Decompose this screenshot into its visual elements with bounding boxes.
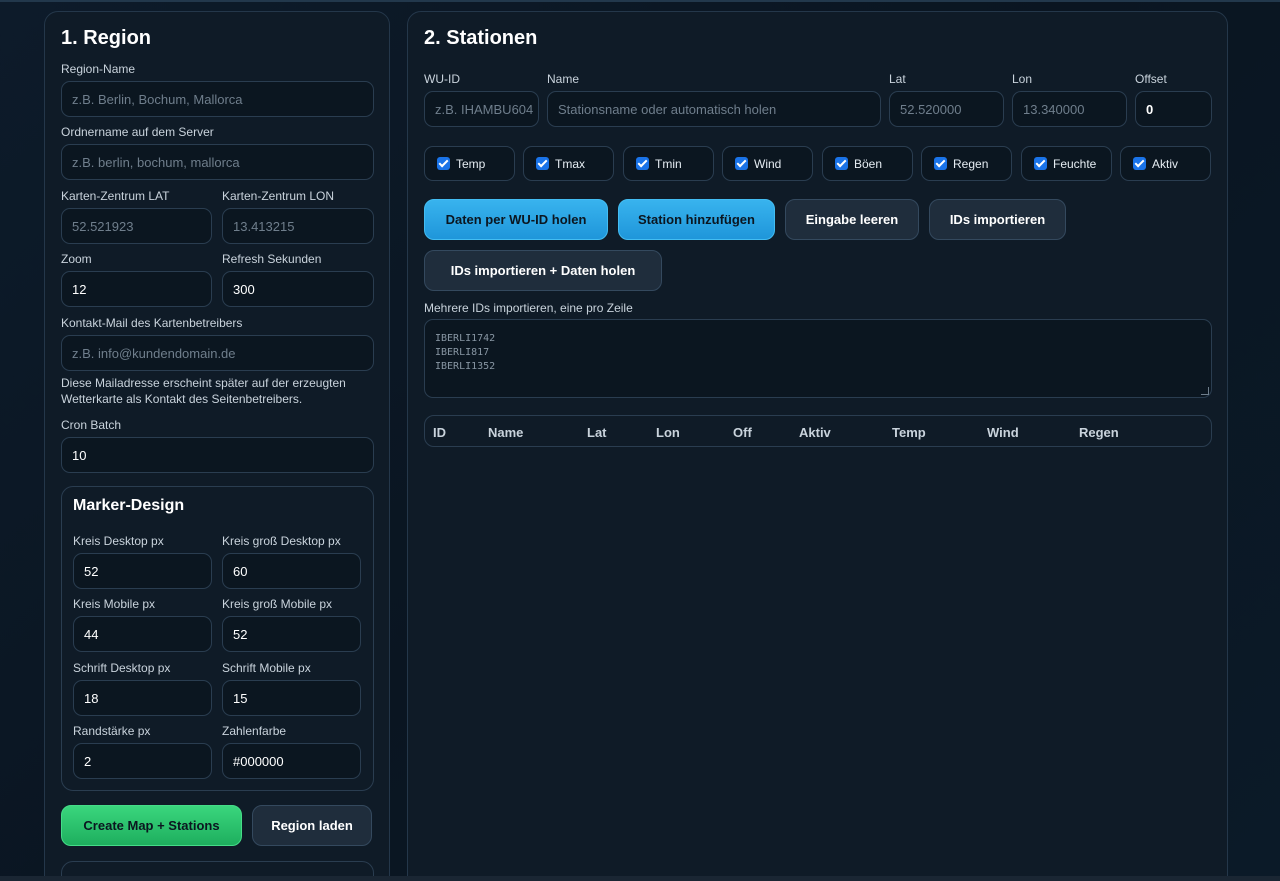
cron-batch-label: Cron Batch	[61, 418, 122, 432]
create-map-button[interactable]: Create Map + Stations	[61, 805, 242, 846]
circle-desktop-label: Kreis Desktop px	[73, 534, 164, 548]
column-header-name[interactable]: Name	[488, 425, 523, 440]
checkbox-gusts[interactable]: Böen	[822, 146, 913, 181]
column-header-active[interactable]: Aktiv	[799, 425, 831, 440]
top-border	[0, 0, 1280, 2]
refresh-input[interactable]: 300	[222, 271, 374, 307]
checkbox-checked-icon	[1034, 157, 1047, 170]
contact-mail-hint: Diese Mailadresse erscheint später auf d…	[61, 376, 346, 406]
checkbox-checked-icon	[735, 157, 748, 170]
station-name-label: Name	[547, 72, 580, 86]
circle-mobile-label: Kreis Mobile px	[73, 597, 156, 611]
resize-handle-icon[interactable]	[1201, 387, 1209, 395]
center-lat-input[interactable]: 52.521923	[61, 208, 212, 244]
checkbox-tmin[interactable]: Tmin	[623, 146, 714, 181]
zoom-label: Zoom	[61, 252, 92, 266]
station-lon-label: Lon	[1012, 72, 1033, 86]
folder-name-label: Ordnername auf dem Server	[61, 125, 214, 139]
fetch-wuid-button[interactable]: Daten per WU-ID holen	[424, 199, 608, 240]
region-name-label: Region-Name	[61, 62, 136, 76]
station-lat-label: Lat	[889, 72, 906, 86]
font-mobile-label: Schrift Mobile px	[222, 661, 311, 675]
font-desktop-label: Schrift Desktop px	[73, 661, 171, 675]
contact-mail-label: Kontakt-Mail des Kartenbetreibers	[61, 316, 243, 330]
wuid-input[interactable]: z.B. IHAMBU604	[424, 91, 539, 127]
checkbox-checked-icon	[835, 157, 848, 170]
center-lat-label: Karten-Zentrum LAT	[61, 189, 170, 203]
contact-mail-input[interactable]: z.B. info@kundendomain.de	[61, 335, 374, 371]
offset-input[interactable]: 0	[1135, 91, 1212, 127]
checkbox-checked-icon	[437, 157, 450, 170]
circle-big-desktop-input[interactable]: 60	[222, 553, 361, 589]
border-width-input[interactable]: 2	[73, 743, 212, 779]
circle-big-mobile-input[interactable]: 52	[222, 616, 361, 652]
checkbox-temp[interactable]: Temp	[424, 146, 515, 181]
marker-design-title: Marker-Design	[73, 497, 185, 514]
font-mobile-input[interactable]: 15	[222, 680, 361, 716]
center-lon-label: Karten-Zentrum LON	[222, 189, 335, 203]
number-color-label: Zahlenfarbe	[222, 724, 287, 738]
circle-big-mobile-label: Kreis groß Mobile px	[222, 597, 333, 611]
checkbox-active[interactable]: Aktiv	[1120, 146, 1211, 181]
checkbox-humidity[interactable]: Feuchte	[1021, 146, 1112, 181]
import-ids-textarea[interactable]: IBERLI1742 IBERLI817 IBERLI1352	[424, 319, 1212, 398]
stations-table-header: ID Name Lat Lon Off Aktiv Temp Wind Rege…	[424, 415, 1212, 447]
region-name-input[interactable]: z.B. Berlin, Bochum, Mallorca	[61, 81, 374, 117]
checkbox-rain[interactable]: Regen	[921, 146, 1012, 181]
checkbox-checked-icon	[536, 157, 549, 170]
font-desktop-input[interactable]: 18	[73, 680, 212, 716]
checkbox-wind[interactable]: Wind	[722, 146, 813, 181]
wuid-label: WU-ID	[424, 72, 460, 86]
center-lon-input[interactable]: 13.413215	[222, 208, 374, 244]
column-header-lat[interactable]: Lat	[587, 425, 607, 440]
import-ids-button[interactable]: IDs importieren	[929, 199, 1066, 240]
checkbox-tmax[interactable]: Tmax	[523, 146, 614, 181]
column-header-id[interactable]: ID	[433, 425, 446, 440]
add-station-button[interactable]: Station hinzufügen	[618, 199, 775, 240]
horizontal-scrollbar[interactable]	[0, 876, 1280, 881]
number-color-input[interactable]: #000000	[222, 743, 361, 779]
folder-name-input[interactable]: z.B. berlin, bochum, mallorca	[61, 144, 374, 180]
checkbox-checked-icon	[934, 157, 947, 170]
zoom-input[interactable]: 12	[61, 271, 212, 307]
station-lon-input[interactable]: 13.340000	[1012, 91, 1127, 127]
column-header-temp[interactable]: Temp	[892, 425, 926, 440]
region-title: 1. Region	[61, 27, 152, 49]
refresh-label: Refresh Sekunden	[222, 252, 322, 266]
import-fetch-button[interactable]: IDs importieren + Daten holen	[424, 250, 662, 291]
checkbox-checked-icon	[636, 157, 649, 170]
clear-input-button[interactable]: Eingabe leeren	[785, 199, 919, 240]
station-lat-input[interactable]: 52.520000	[889, 91, 1004, 127]
column-header-wind[interactable]: Wind	[987, 425, 1019, 440]
checkbox-checked-icon	[1133, 157, 1146, 170]
border-width-label: Randstärke px	[73, 724, 151, 738]
load-region-button[interactable]: Region laden	[252, 805, 372, 846]
column-header-rain[interactable]: Regen	[1079, 425, 1119, 440]
import-label: Mehrere IDs importieren, eine pro Zeile	[424, 301, 633, 315]
cron-batch-input[interactable]: 10	[61, 437, 374, 473]
circle-big-desktop-label: Kreis groß Desktop px	[222, 534, 341, 548]
column-header-offset[interactable]: Off	[733, 425, 752, 440]
circle-desktop-input[interactable]: 52	[73, 553, 212, 589]
offset-label: Offset	[1135, 72, 1167, 86]
station-name-input[interactable]: Stationsname oder automatisch holen	[547, 91, 881, 127]
column-header-lon[interactable]: Lon	[656, 425, 680, 440]
circle-mobile-input[interactable]: 44	[73, 616, 212, 652]
stations-title: 2. Stationen	[424, 27, 538, 49]
